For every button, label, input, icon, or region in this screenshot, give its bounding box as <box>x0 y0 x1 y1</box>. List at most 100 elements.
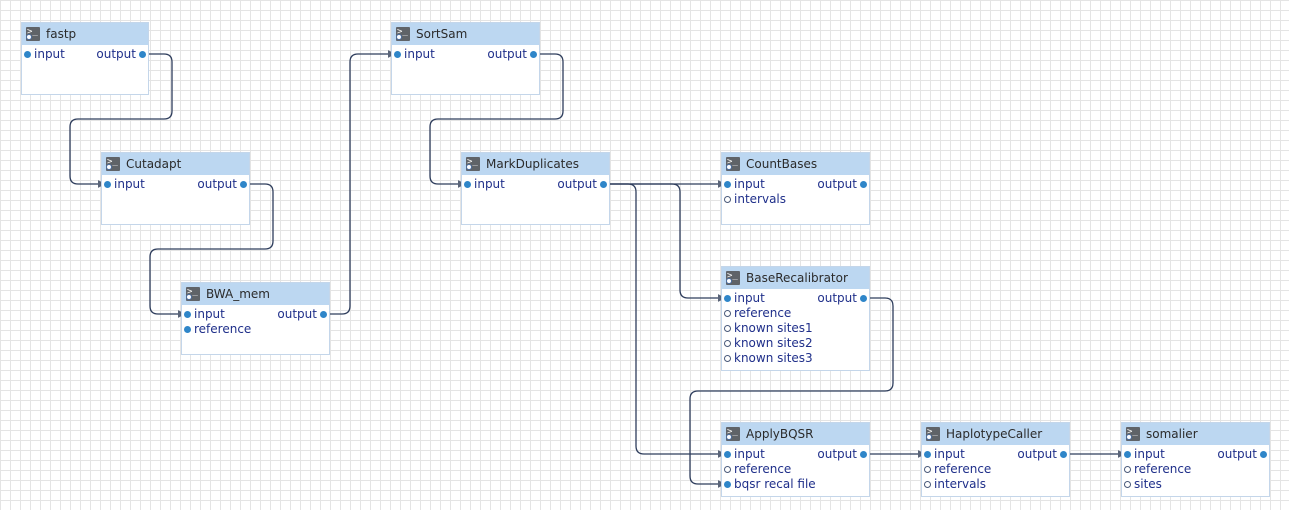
port-label: output <box>1017 447 1057 461</box>
port-dot[interactable] <box>924 451 931 458</box>
node-header[interactable]: >_ CountBases <box>722 153 869 175</box>
node-applybqsr[interactable]: >_ ApplyBQSR input reference bqsr recal file… <box>721 422 870 497</box>
output-port[interactable]: output <box>96 47 146 62</box>
input-port[interactable]: input <box>1124 447 1165 462</box>
port-dot[interactable] <box>924 466 931 473</box>
port-dot[interactable] <box>240 181 247 188</box>
node-header[interactable]: >_ BWA_mem <box>182 283 329 305</box>
node-header[interactable]: >_ MarkDuplicates <box>462 153 609 175</box>
port-dot[interactable] <box>860 295 867 302</box>
port-label: output <box>277 307 317 321</box>
node-fastp[interactable]: >_ fastp input output <box>21 22 149 95</box>
port-label: output <box>96 47 136 61</box>
node-bwa_mem[interactable]: >_ BWA_meminput reference output <box>181 282 330 355</box>
edge-bwa_mem-to-sortsam[interactable] <box>325 50 396 315</box>
port-dot[interactable] <box>1124 451 1131 458</box>
port-label: input <box>114 177 145 191</box>
node-title: MarkDuplicates <box>486 157 580 171</box>
port-dot[interactable] <box>724 181 731 188</box>
edge-markduplicates-to-baserecalibrator[interactable] <box>605 183 726 302</box>
node-header[interactable]: >_ ApplyBQSR <box>722 423 869 445</box>
port-dot[interactable] <box>184 311 191 318</box>
node-somalier[interactable]: >_ somalier input reference sites output <box>1121 422 1270 497</box>
input-port[interactable]: reference <box>724 462 791 477</box>
output-port[interactable]: output <box>197 177 247 192</box>
output-port[interactable]: output <box>817 447 867 462</box>
workflow-canvas[interactable]: >_ fastp input output >_ Cutadapt input output >… <box>0 0 1289 510</box>
port-label: reference <box>734 306 792 320</box>
port-dot[interactable] <box>724 451 731 458</box>
port-dot[interactable] <box>104 181 111 188</box>
output-port[interactable]: output <box>277 307 327 322</box>
node-sortsam[interactable]: >_ SortSam input output <box>391 22 540 95</box>
port-dot[interactable] <box>724 295 731 302</box>
port-dot[interactable] <box>530 51 537 58</box>
port-dot[interactable] <box>860 451 867 458</box>
node-header[interactable]: >_ HaplotypeCaller <box>922 423 1069 445</box>
output-port[interactable]: output <box>817 177 867 192</box>
input-port[interactable]: input <box>104 177 145 192</box>
port-dot[interactable] <box>320 311 327 318</box>
input-port[interactable]: input <box>924 447 965 462</box>
node-header[interactable]: >_ Cutadapt <box>102 153 249 175</box>
port-dot[interactable] <box>1124 466 1131 473</box>
node-haplotypecaller[interactable]: >_ HaplotypeCaller input reference intervals… <box>921 422 1070 497</box>
node-header[interactable]: >_ SortSam <box>392 23 539 45</box>
input-port[interactable]: sites <box>1124 477 1162 492</box>
port-dot[interactable] <box>1060 451 1067 458</box>
node-baserecalibrator[interactable]: >_ BaseRecalibrator input reference known si… <box>721 266 870 371</box>
terminal-icon: >_ <box>726 427 740 441</box>
input-port[interactable]: reference <box>1124 462 1191 477</box>
node-countbases[interactable]: >_ CountBases input intervals output <box>721 152 870 225</box>
port-dot[interactable] <box>860 181 867 188</box>
input-port[interactable]: bqsr recal file <box>724 477 816 492</box>
input-port[interactable]: input <box>724 291 765 306</box>
port-dot[interactable] <box>724 355 731 362</box>
port-dot[interactable] <box>724 481 731 488</box>
port-dot[interactable] <box>724 325 731 332</box>
port-dot[interactable] <box>724 196 731 203</box>
port-dot[interactable] <box>724 466 731 473</box>
node-header[interactable]: >_ somalier <box>1122 423 1269 445</box>
input-port[interactable]: reference <box>724 306 792 321</box>
input-port[interactable]: known sites3 <box>724 351 813 366</box>
input-port[interactable]: known sites1 <box>724 321 813 336</box>
node-markduplicates[interactable]: >_ MarkDuplicates input output <box>461 152 610 225</box>
port-dot[interactable] <box>924 481 931 488</box>
node-header[interactable]: >_ fastp <box>22 23 148 45</box>
port-dot[interactable] <box>139 51 146 58</box>
input-port[interactable]: input <box>184 307 225 322</box>
edge-markduplicates-to-applybqsr[interactable] <box>605 183 726 458</box>
output-port[interactable]: output <box>1217 447 1267 462</box>
output-port[interactable]: output <box>1017 447 1067 462</box>
input-port[interactable]: intervals <box>924 477 986 492</box>
port-dot[interactable] <box>724 340 731 347</box>
port-dot[interactable] <box>1124 481 1131 488</box>
input-port[interactable]: input <box>394 47 435 62</box>
port-label: input <box>1134 447 1165 461</box>
port-dot[interactable] <box>1260 451 1267 458</box>
terminal-icon: >_ <box>26 27 40 41</box>
port-dot[interactable] <box>600 181 607 188</box>
port-dot[interactable] <box>464 181 471 188</box>
input-port[interactable]: input <box>724 447 765 462</box>
input-port[interactable]: known sites2 <box>724 336 813 351</box>
input-port[interactable]: intervals <box>724 192 786 207</box>
input-port[interactable]: input <box>464 177 505 192</box>
port-dot[interactable] <box>184 326 191 333</box>
port-dot[interactable] <box>394 51 401 58</box>
input-port[interactable]: reference <box>184 322 252 337</box>
input-port[interactable]: input <box>24 47 65 62</box>
input-port[interactable]: input <box>724 177 765 192</box>
output-port[interactable]: output <box>817 291 867 306</box>
output-port[interactable]: output <box>487 47 537 62</box>
node-cutadapt[interactable]: >_ Cutadapt input output <box>101 152 250 225</box>
port-dot[interactable] <box>724 310 731 317</box>
port-dot[interactable] <box>24 51 31 58</box>
output-port[interactable]: output <box>557 177 607 192</box>
input-port[interactable]: reference <box>924 462 991 477</box>
port-label: reference <box>194 322 252 336</box>
edges-layer <box>69 50 1126 488</box>
port-label: input <box>934 447 965 461</box>
node-header[interactable]: >_ BaseRecalibrator <box>722 267 869 289</box>
